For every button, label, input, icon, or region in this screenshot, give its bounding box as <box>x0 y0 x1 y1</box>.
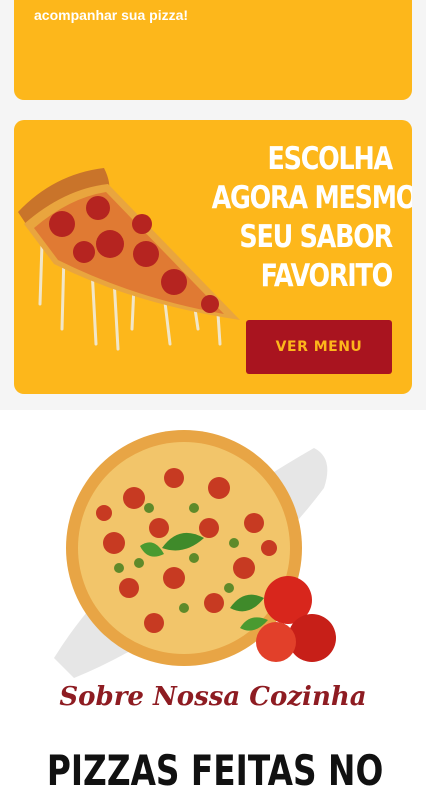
top-card: acompanhar sua pizza! <box>14 0 412 100</box>
about-section: Sobre Nossa Cozinha PIZZAS FEITAS NO <box>0 410 426 802</box>
promo-heading-line: FAVORITO <box>260 258 394 294</box>
pizza-image <box>54 430 336 678</box>
about-heading: PIZZAS FEITAS NO <box>46 746 384 795</box>
view-menu-button[interactable]: VER MENU <box>246 320 392 374</box>
top-card-text: acompanhar sua pizza! <box>34 7 189 23</box>
promo-heading-line: ESCOLHA <box>267 141 394 177</box>
about-script-title: Sobre Nossa Cozinha <box>59 682 367 712</box>
promo-heading-line: AGORA MESMO <box>211 180 412 216</box>
promo-heading: ESCOLHA AGORA MESMO SEU SABOR FAVORITO <box>211 140 412 296</box>
promo-card: ESCOLHA AGORA MESMO SEU SABOR FAVORITO V… <box>14 120 412 394</box>
promo-heading-line: SEU SABOR <box>239 219 393 255</box>
